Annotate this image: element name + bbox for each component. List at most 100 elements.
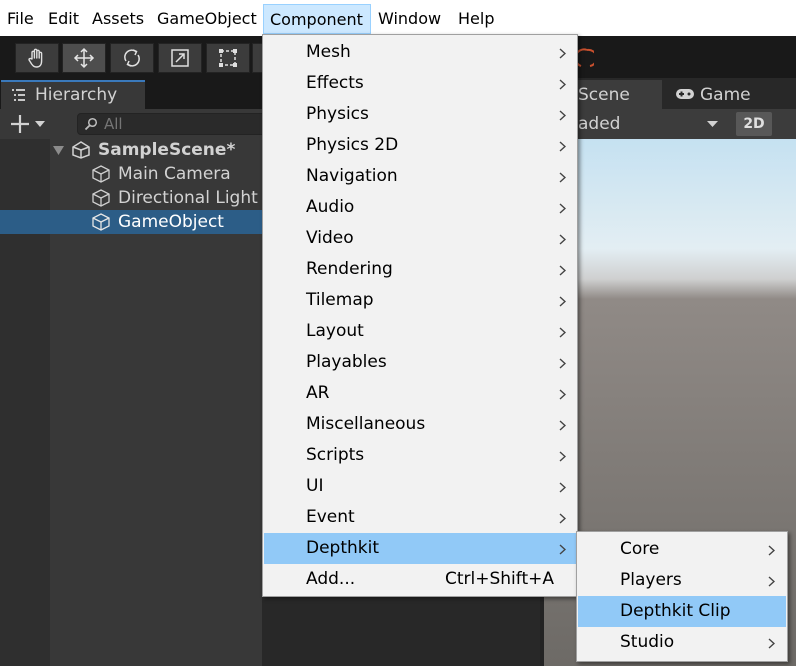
- chevron-right-icon: [768, 638, 775, 649]
- chevron-right-icon: [768, 545, 775, 556]
- menu-item-effects[interactable]: Effects: [264, 68, 576, 99]
- menu-item-ar[interactable]: AR: [264, 378, 576, 409]
- menu-item-label: UI: [306, 476, 324, 496]
- toggle-2d-button[interactable]: 2D: [736, 112, 772, 136]
- gameobject-cube-icon: [92, 165, 110, 183]
- chevron-down-icon[interactable]: [707, 121, 718, 127]
- move-tool-icon: [73, 47, 95, 69]
- menu-item-scripts[interactable]: Scripts: [264, 440, 576, 471]
- unity-scene-icon: [72, 141, 90, 159]
- submenu-item-label: Core: [620, 539, 660, 559]
- menu-bar: File Edit Assets GameObject Component Wi…: [0, 0, 796, 36]
- chevron-right-icon: [559, 234, 566, 245]
- chevron-right-icon: [559, 48, 566, 59]
- component-menu: Mesh Effects Physics Physics 2D Navigation Au…: [262, 34, 578, 597]
- menu-item-label: Mesh: [306, 42, 351, 62]
- submenu-item-label: Players: [620, 570, 682, 590]
- menu-item-ui[interactable]: UI: [264, 471, 576, 502]
- menu-help[interactable]: Help: [458, 0, 494, 36]
- menu-item-navigation[interactable]: Navigation: [264, 161, 576, 192]
- menu-item-depthkit[interactable]: Depthkit: [264, 533, 576, 564]
- menu-item-label: Physics: [306, 104, 369, 124]
- menu-item-tilemap[interactable]: Tilemap: [264, 285, 576, 316]
- menu-gameobject[interactable]: GameObject: [157, 0, 257, 36]
- menu-item-shortcut: Ctrl+Shift+A: [444, 569, 554, 589]
- menu-item-label: AR: [306, 383, 330, 403]
- game-tab[interactable]: Game: [700, 84, 751, 106]
- shading-mode-dropdown[interactable]: aded: [578, 113, 620, 135]
- chevron-right-icon: [559, 451, 566, 462]
- rotate-tool-icon: [124, 49, 140, 67]
- menu-assets[interactable]: Assets: [92, 0, 144, 36]
- chevron-right-icon: [559, 389, 566, 400]
- menu-edit[interactable]: Edit: [48, 0, 79, 36]
- menu-item-label: Event: [306, 507, 355, 527]
- menu-item-video[interactable]: Video: [264, 223, 576, 254]
- menu-item-physics-2d[interactable]: Physics 2D: [264, 130, 576, 161]
- menu-item-rendering[interactable]: Rendering: [264, 254, 576, 285]
- chevron-right-icon: [559, 172, 566, 183]
- menu-item-label: Video: [306, 228, 354, 248]
- rotate-tool-button[interactable]: [110, 43, 154, 73]
- menu-file[interactable]: File: [7, 0, 34, 36]
- hierarchy-tab-label: Hierarchy: [35, 85, 118, 105]
- menu-item-audio[interactable]: Audio: [264, 192, 576, 223]
- chevron-right-icon: [559, 513, 566, 524]
- expand-arrow-icon[interactable]: [53, 146, 64, 156]
- submenu-item-studio[interactable]: Studio: [578, 627, 786, 658]
- menu-item-physics[interactable]: Physics: [264, 99, 576, 130]
- chevron-right-icon: [559, 327, 566, 338]
- scene-tab-label: Scene: [578, 85, 630, 105]
- gameobject-cube-icon: [92, 189, 110, 207]
- search-icon: [84, 117, 98, 131]
- scale-tool-button[interactable]: [158, 43, 202, 73]
- hierarchy-scene-root[interactable]: SampleScene*: [98, 139, 235, 161]
- hierarchy-item-main-camera[interactable]: Main Camera: [118, 163, 231, 185]
- menu-item-label: Tilemap: [306, 290, 374, 310]
- chevron-right-icon: [559, 265, 566, 276]
- submenu-item-core[interactable]: Core: [578, 534, 786, 565]
- rect-tool-icon: [219, 49, 237, 67]
- move-tool-button[interactable]: [62, 43, 106, 73]
- menu-item-label: Physics 2D: [306, 135, 399, 155]
- menu-item-layout[interactable]: Layout: [264, 316, 576, 347]
- gameobject-cube-icon: [92, 213, 110, 231]
- hierarchy-item-gameobject[interactable]: GameObject: [118, 211, 224, 233]
- menu-item-label: Miscellaneous: [306, 414, 426, 434]
- menu-item-playables[interactable]: Playables: [264, 347, 576, 378]
- hierarchy-item-directional-light[interactable]: Directional Light: [118, 187, 258, 209]
- chevron-right-icon: [559, 79, 566, 90]
- chevron-right-icon: [768, 576, 775, 587]
- submenu-item-depthkit-clip[interactable]: Depthkit Clip: [578, 596, 786, 627]
- chevron-right-icon: [559, 110, 566, 121]
- plus-icon[interactable]: [9, 114, 31, 134]
- menu-item-event[interactable]: Event: [264, 502, 576, 533]
- hierarchy-search-input[interactable]: [104, 114, 254, 134]
- menu-item-mesh[interactable]: Mesh: [264, 37, 576, 68]
- menu-item-miscellaneous[interactable]: Miscellaneous: [264, 409, 576, 440]
- menu-item-label: Scripts: [306, 445, 365, 465]
- chevron-right-icon: [559, 482, 566, 493]
- hierarchy-list-icon: [12, 89, 25, 101]
- chevron-right-icon: [559, 544, 566, 555]
- chevron-right-icon: [559, 358, 566, 369]
- menu-item-label: Effects: [306, 73, 364, 93]
- record-icon[interactable]: [578, 46, 594, 70]
- chevron-right-icon: [559, 141, 566, 152]
- menu-item-label: Audio: [306, 197, 355, 217]
- chevron-down-icon[interactable]: [35, 121, 45, 127]
- depthkit-submenu: Core Players Depthkit Clip Studio: [576, 531, 788, 662]
- menu-window[interactable]: Window: [378, 0, 441, 36]
- menu-component[interactable]: Component: [263, 4, 371, 34]
- menu-item-label: Depthkit: [306, 538, 380, 558]
- menu-item-add[interactable]: Add... Ctrl+Shift+A: [264, 564, 576, 595]
- chevron-right-icon: [559, 203, 566, 214]
- menu-item-label: Layout: [306, 321, 364, 341]
- submenu-item-label: Studio: [620, 632, 675, 652]
- hand-tool-button[interactable]: [15, 43, 59, 73]
- menu-item-label: Add...: [306, 569, 356, 589]
- rect-tool-button[interactable]: [206, 43, 250, 73]
- submenu-item-players[interactable]: Players: [578, 565, 786, 596]
- submenu-item-label: Depthkit Clip: [620, 601, 731, 621]
- menu-item-label: Rendering: [306, 259, 393, 279]
